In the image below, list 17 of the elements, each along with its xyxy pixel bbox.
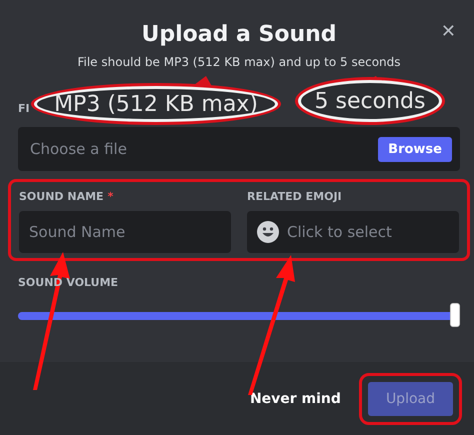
field-label: SOUND NAME <box>19 189 104 205</box>
volume-slider[interactable] <box>18 303 460 329</box>
sound-name-field[interactable]: Sound Name <box>19 211 231 253</box>
close-icon[interactable]: ✕ <box>440 20 456 44</box>
browse-button[interactable]: Browse <box>378 136 452 162</box>
magnified-callout: 5 seconds <box>298 80 442 122</box>
slider-handle[interactable] <box>450 303 460 327</box>
field-label: RELATED EMOJI <box>247 189 342 205</box>
field-label: FI <box>18 101 30 117</box>
file-field[interactable]: Choose a file Browse <box>18 127 460 171</box>
dialog-title: Upload a Sound <box>141 21 337 49</box>
cancel-button[interactable]: Never mind <box>244 390 347 408</box>
magnified-callout: MP3 (512 KB max) <box>34 86 278 122</box>
dialog-subtitle: File should be MP3 (512 KB max) and up to 5 seconds <box>76 54 402 71</box>
required-mark: * <box>108 189 114 205</box>
smiley-icon <box>257 221 279 243</box>
emoji-picker-field[interactable]: Click to select <box>247 211 459 253</box>
